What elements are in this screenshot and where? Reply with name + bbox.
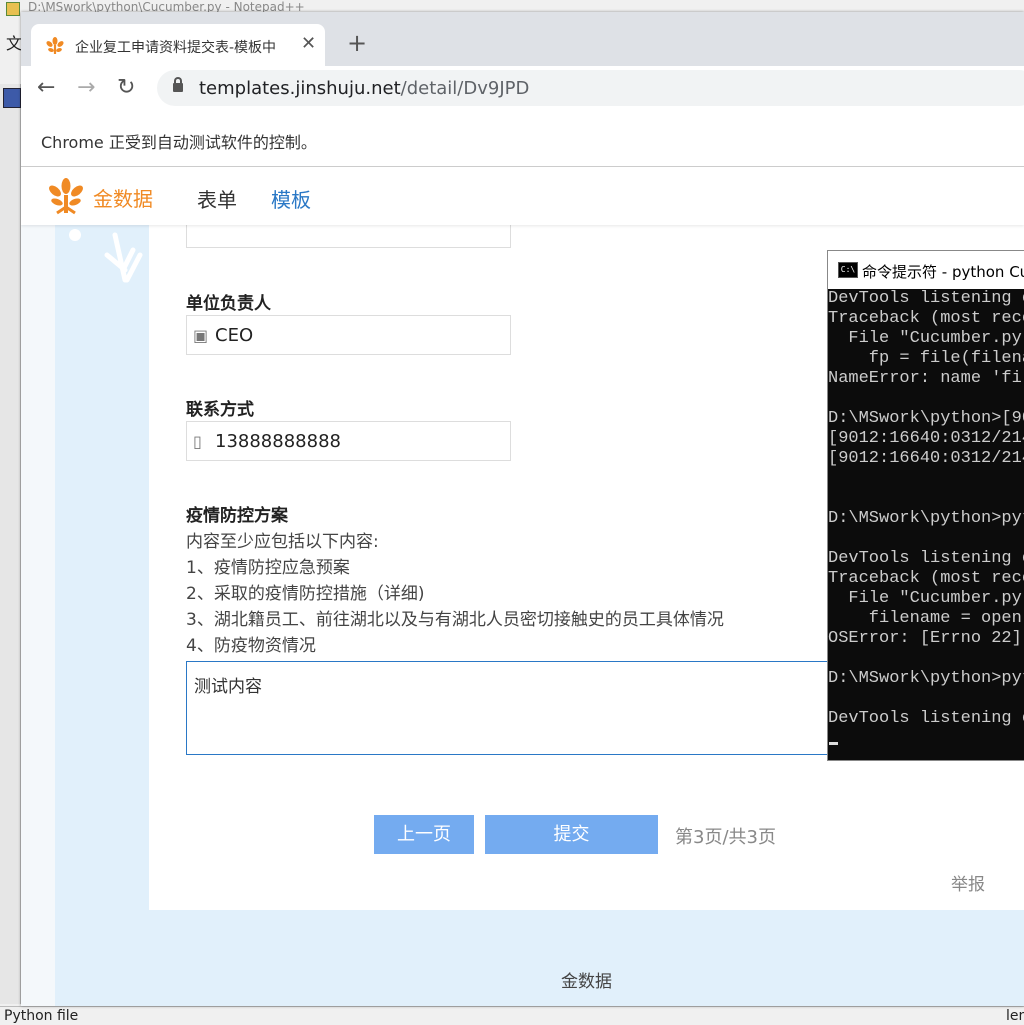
jinshuju-logo-icon[interactable] [47,177,85,215]
cmd-icon: C:\ [838,262,858,278]
plan-description-line: 内容至少应包括以下内容: [186,532,379,552]
console-line: DevTools listening o [828,709,1024,728]
console-line: D:\MSwork\python>[90 [828,409,1024,428]
url-path: /detail/Dv9JPD [400,78,530,99]
contact-person-input[interactable]: ▣ CEO [186,315,511,355]
lock-icon[interactable] [173,77,183,92]
console-line: File "Cucumber.py" [828,589,1024,608]
status-length: len [1006,1008,1024,1024]
background-menu-file[interactable]: 文 [6,30,22,54]
console-cursor [829,742,838,745]
nav-item-forms[interactable]: 表单 [197,184,237,213]
console-line: OSError: [Errno 22] [828,629,1022,648]
console-line: File "Cucumber.py" [828,329,1024,348]
page-indicator: 第3页/共3页 [675,827,776,848]
status-file-type: Python file [4,1008,79,1024]
automation-infobar: Chrome 正受到自动测试软件的控制。 [21,112,1024,167]
contact-method-input[interactable]: ▯ 13888888888 [186,421,511,461]
phone-icon: ▯ [193,432,202,451]
tab-strip: 企业复工申请资料提交表-模板中 ✕ + [21,12,1024,66]
plan-description-line: 1、疫情防控应急预案 [186,558,350,578]
console-line: Traceback (most rece [828,309,1024,328]
contact-method-value: 13888888888 [215,431,341,452]
status-bar: Python file len [0,1006,1024,1025]
report-link[interactable]: 举报 [951,870,985,895]
console-line: DevTools listening o [828,289,1024,308]
submit-button[interactable]: 提交 [485,815,658,854]
plan-description-line: 4、防疫物资情况 [186,636,316,656]
footer-brand: 金数据 [561,972,612,992]
console-line: DevTools listening o [828,549,1024,568]
tab-close-icon[interactable]: ✕ [301,33,316,54]
console-line: D:\MSwork\python>pyt [828,669,1024,688]
field-label-contact-method: 联系方式 [186,400,254,420]
console-line: [9012:16640:0312/214 [828,429,1024,448]
nav-item-templates[interactable]: 模板 [271,184,311,213]
console-line: D:\MSwork\python>pyt [828,509,1024,528]
console-line: fp = file(filena [828,349,1024,368]
plan-description-line: 2、采取的疫情防控措施（详细) [186,584,425,604]
url-host: templates.jinshuju.net [199,78,401,99]
cmd-title-bar[interactable]: C:\ 命令提示符 - python Cu [828,251,1024,289]
contact-person-value: CEO [215,325,254,346]
plan-description-line: 3、湖北籍员工、前往湖北以及与有湖北人员密切接触史的员工具体情况 [186,610,724,630]
decorative-leaf-icon [69,229,143,283]
address-bar[interactable]: templates.jinshuju.net/detail/Dv9JPD [157,70,1024,106]
forward-icon[interactable]: → [77,77,95,99]
field-label-contact-person: 单位负责人 [186,294,271,314]
toolbar-icon[interactable] [3,88,21,108]
previous-field-input[interactable] [186,225,511,248]
console-line: filename = open( [828,609,1024,628]
prev-page-button[interactable]: 上一页 [374,815,474,854]
tab-title: 企业复工申请资料提交表-模板中 [75,40,277,56]
new-tab-icon[interactable]: + [347,31,367,55]
url-text[interactable]: templates.jinshuju.net/detail/Dv9JPD [199,78,529,99]
site-header: 金数据 表单 模板 [21,167,1024,225]
cmd-title: 命令提示符 - python Cu [862,263,1024,281]
reload-icon[interactable]: ↻ [117,77,135,99]
console-line: [9012:16640:0312/214 [828,449,1024,468]
back-icon[interactable]: ← [37,77,55,99]
console-line: Traceback (most rece [828,569,1024,588]
tab-active[interactable]: 企业复工申请资料提交表-模板中 ✕ [31,24,325,66]
cmd-console[interactable]: DevTools listening o Traceback (most rec… [828,289,1024,760]
id-card-icon: ▣ [193,326,209,345]
decorative-band [55,225,149,1006]
jinshuju-favicon-icon [46,37,64,54]
command-prompt-window: C:\ 命令提示符 - python Cu DevTools listening… [827,250,1024,761]
logo-text[interactable]: 金数据 [93,183,153,212]
epidemic-plan-textarea[interactable]: 测试内容 [186,661,888,755]
browser-toolbar: ← → ↻ templates.jinshuju.net/detail/Dv9J… [21,66,1024,113]
field-label-epidemic-plan: 疫情防控方案 [186,506,288,526]
console-line: NameError: name 'fil [828,369,1024,388]
infobar-text: Chrome 正受到自动测试软件的控制。 [41,133,317,152]
epidemic-plan-value: 测试内容 [194,677,262,697]
background-side-panel [0,84,21,1004]
